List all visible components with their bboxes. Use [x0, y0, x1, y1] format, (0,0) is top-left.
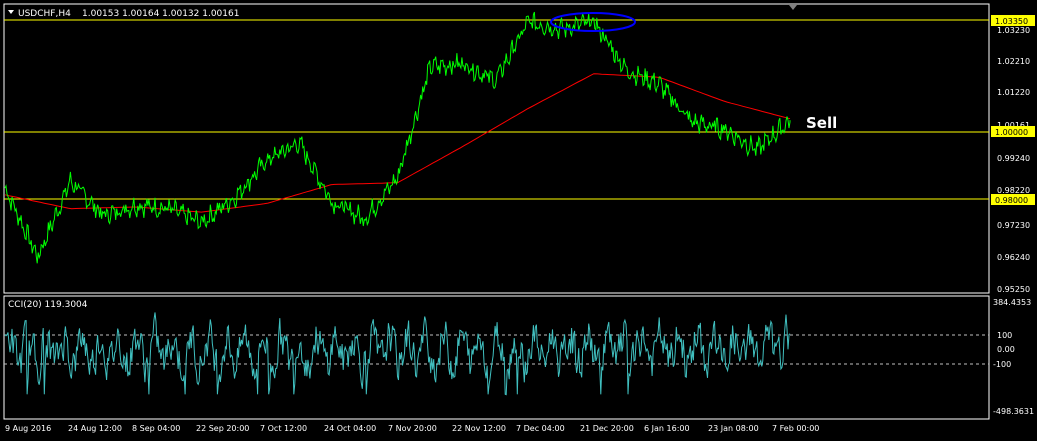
level-label: 1.00000	[995, 128, 1028, 137]
time-tick: 7 Oct 12:00	[260, 424, 307, 433]
time-tick: 24 Aug 12:00	[68, 424, 122, 433]
sell-annotation[interactable]: Sell	[806, 114, 837, 132]
price-tick: 1.01220	[997, 88, 1030, 97]
time-tick: 9 Aug 2016	[5, 424, 51, 433]
time-tick: 22 Sep 20:00	[196, 424, 249, 433]
dropdown-triangle-icon[interactable]	[8, 10, 14, 14]
time-tick: 22 Nov 12:00	[452, 424, 506, 433]
time-tick: 6 Jan 16:00	[644, 424, 690, 433]
time-tick: 24 Oct 04:00	[324, 424, 376, 433]
cci-tick: 100	[997, 331, 1012, 340]
time-tick: 7 Nov 20:00	[388, 424, 437, 433]
price-tick: 0.95250	[997, 285, 1030, 294]
level-label: 0.98000	[995, 196, 1028, 205]
cci-title: CCI(20) 119.3004	[8, 300, 88, 310]
top-highlight-ellipse[interactable]	[550, 12, 636, 32]
cci-tick: -498.3631	[993, 407, 1034, 416]
time-tick: 23 Jan 08:00	[708, 424, 759, 433]
cci-tick: 384.4353	[993, 298, 1031, 307]
ohlc-readout: 1.00153 1.00164 1.00132 1.00161	[82, 9, 239, 19]
price-tick: 1.03230	[997, 26, 1030, 35]
cci-tick: -100	[993, 360, 1011, 369]
cci-tick: 0.00	[997, 345, 1015, 354]
price-tick: 0.96240	[997, 253, 1030, 262]
chart-canvas[interactable]: USDCHF,H4 1.00153 1.00164 1.00132 1.0016…	[0, 0, 1037, 441]
time-tick: 7 Dec 04:00	[516, 424, 565, 433]
chart-shift-triangle-icon[interactable]	[789, 5, 797, 10]
cci-pane[interactable]	[3, 295, 990, 420]
time-tick: 21 Dec 20:00	[580, 424, 634, 433]
cci-axis[interactable]: 384.4353 100 0.00 -100 -498.3631	[993, 298, 1034, 416]
price-axis[interactable]: 1.03230 1.02210 1.01220 1.00161 0.99240 …	[997, 26, 1030, 294]
time-axis[interactable]: 9 Aug 2016 24 Aug 12:00 8 Sep 04:00 22 S…	[5, 424, 819, 433]
price-tick: 1.02210	[997, 57, 1030, 66]
moving-average-line[interactable]	[4, 73, 791, 213]
price-tick: 0.98220	[997, 186, 1030, 195]
time-tick: 7 Feb 00:00	[772, 424, 819, 433]
main-pane[interactable]	[3, 3, 990, 294]
symbol-title: USDCHF,H4	[18, 9, 71, 19]
level-label: 1.03350	[995, 17, 1028, 26]
price-line[interactable]	[4, 11, 791, 264]
cci-line[interactable]	[4, 312, 791, 396]
price-tick: 0.97230	[997, 221, 1030, 230]
time-tick: 8 Sep 04:00	[132, 424, 180, 433]
price-tick: 0.99240	[997, 154, 1030, 163]
